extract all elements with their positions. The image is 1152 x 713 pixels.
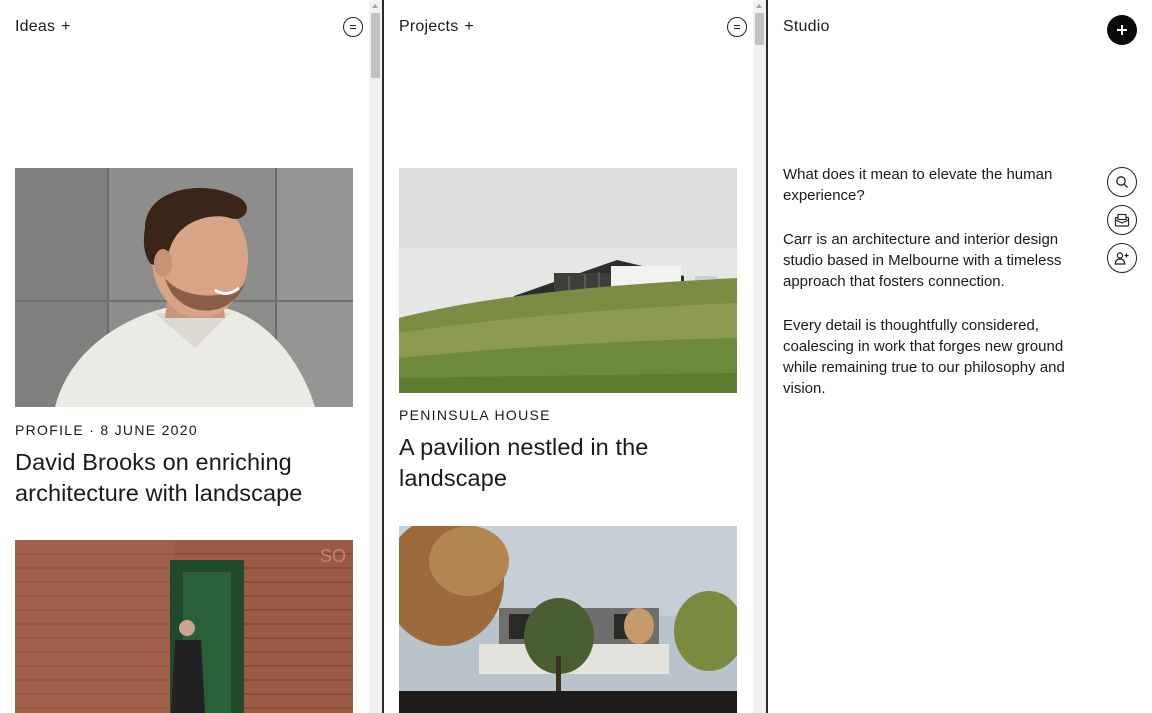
scroll-up-arrow[interactable] [372,4,378,8]
projects-title[interactable]: Projects + [399,18,474,36]
search-button[interactable] [1107,167,1137,197]
profile-meta: PROFILE · 8 JUNE 2020 [15,422,198,438]
ideas-plus: + [61,18,71,35]
mail-button[interactable] [1107,205,1137,235]
pavilion-photo[interactable] [399,168,737,393]
brick-wall-image: SO [15,540,353,713]
add-user-button[interactable] [1107,243,1137,273]
projects-menu-icon[interactable] [727,17,747,37]
profile-title[interactable]: David Brooks on enriching architecture w… [15,447,345,509]
ideas-title-label: Ideas [15,18,56,35]
ideas-menu-icon[interactable] [343,17,363,37]
add-user-icon [1114,252,1129,265]
svg-text:SO: SO [320,546,346,566]
projects-title-label: Projects [399,18,459,35]
house-photo[interactable] [399,526,737,713]
studio-description: What does it mean to elevate the human e… [783,164,1073,422]
projects-plus: + [464,18,474,35]
studio-paragraph-1: What does it mean to elevate the human e… [783,166,1053,204]
studio-paragraph-3: Every detail is thoughtfully considered,… [783,317,1065,397]
profile-photo[interactable] [15,168,353,407]
search-icon [1116,176,1128,188]
studio-column: Studio What does it mean to elevate the … [768,0,1152,713]
projects-column: Projects + PENINSULA HOUSE A pavilion ne… [384,0,767,713]
ideas-scrollbar[interactable] [369,0,382,713]
ideas-column: Ideas + PROFILE · 8 JUNE 2020 David Broo… [0,0,383,713]
plus-icon[interactable] [1107,15,1137,45]
scroll-thumb[interactable] [755,13,764,45]
profile-photo-image [15,168,353,407]
house-image [399,526,737,713]
mail-icon [1114,213,1130,227]
studio-paragraph-2: Carr is an architecture and interior des… [783,231,1062,290]
pavilion-image [399,168,737,393]
ideas-title[interactable]: Ideas + [15,18,71,36]
scroll-thumb[interactable] [371,13,380,78]
scroll-up-arrow[interactable] [756,4,762,8]
brick-wall-photo[interactable]: SO [15,540,353,713]
project-title[interactable]: A pavilion nestled in the landscape [399,432,729,494]
project-meta: PENINSULA HOUSE [399,407,551,423]
studio-title[interactable]: Studio [783,18,830,36]
projects-scrollbar[interactable] [753,0,766,713]
